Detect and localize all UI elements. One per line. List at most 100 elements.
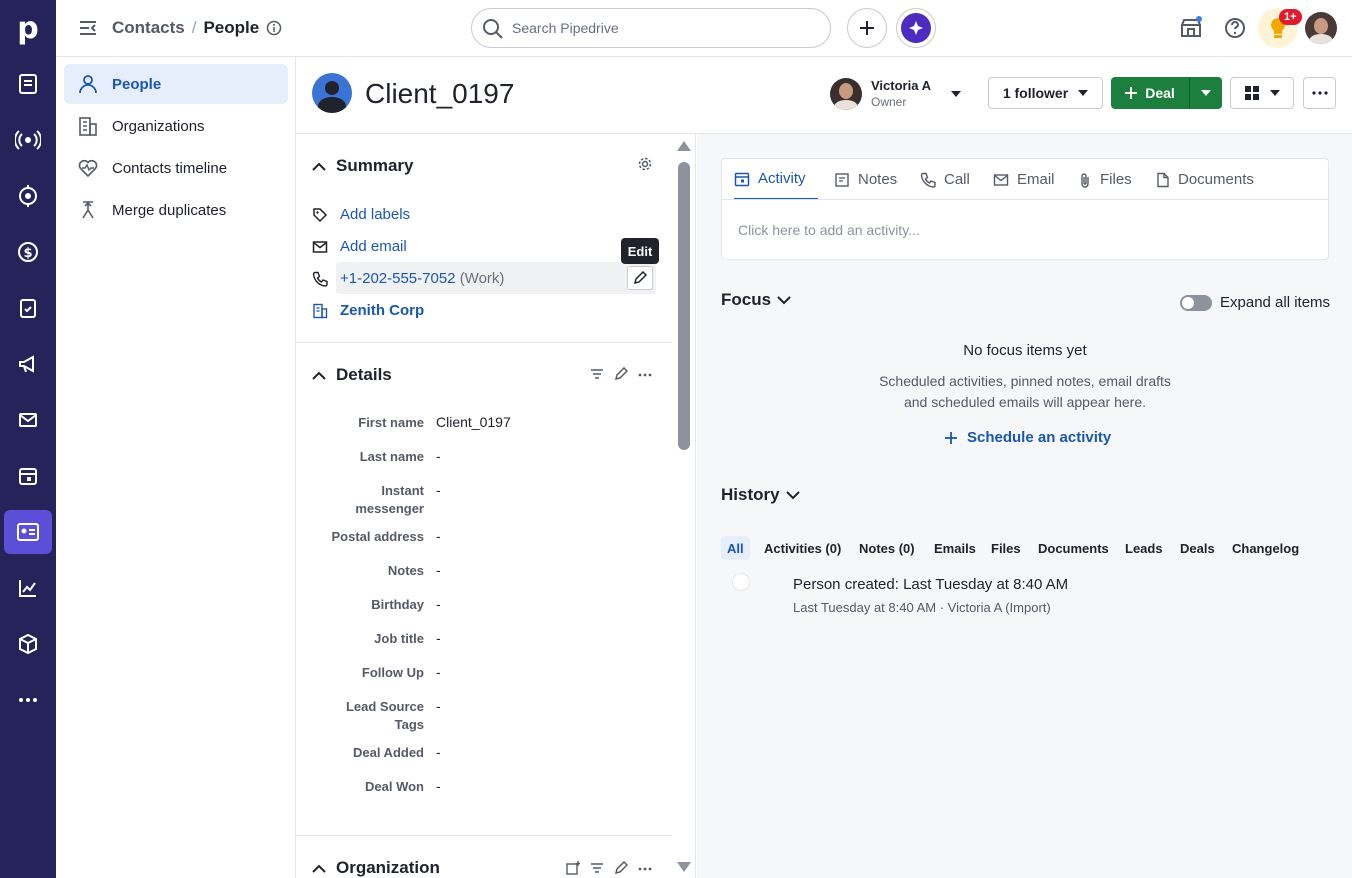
detail-value[interactable]: - [436,698,441,714]
add-activity-input[interactable]: Click here to add an activity... [738,222,920,238]
link-organization-icon[interactable] [566,861,580,875]
filter-icon[interactable] [590,368,604,380]
sidenav-item-merge-duplicates[interactable]: Merge duplicates [64,190,288,230]
tab-files[interactable]: Files [1078,159,1132,200]
deal-dropdown-button[interactable] [1189,77,1222,109]
focus-header[interactable]: Focus [721,290,791,310]
deal-label: Deal [1145,85,1175,101]
pencil-icon[interactable] [614,861,628,875]
schedule-activity-button[interactable]: Schedule an activity [945,429,1111,446]
history-filter-notes[interactable]: Notes (0) [859,536,915,560]
breadcrumb: Contacts / People [112,18,282,38]
search-input[interactable]: Search Pipedrive [471,8,831,48]
detail-value[interactable]: Client_0197 [436,414,511,430]
person-name[interactable]: Client_0197 [365,78,514,110]
marketplace-icon[interactable] [1179,16,1203,40]
sidenav-label: Organizations [112,117,205,135]
history-filter-activities[interactable]: Activities (0) [764,536,841,560]
history-filter-emails[interactable]: Emails [934,536,976,560]
more-actions-button[interactable] [1303,77,1336,109]
target-icon[interactable] [4,174,52,218]
deals-dollar-icon[interactable]: $ [4,230,52,274]
campaigns-megaphone-icon[interactable] [4,342,52,386]
detail-value[interactable]: - [436,448,441,464]
expand-all-toggle[interactable]: Expand all items [1180,294,1330,311]
info-icon[interactable] [266,20,282,36]
add-labels-link[interactable]: Add labels [340,206,410,223]
mail-icon[interactable] [4,398,52,442]
history-filter-files[interactable]: Files [991,536,1021,560]
quick-add-button[interactable] [847,8,887,48]
detail-value[interactable]: - [436,744,441,760]
owner-selector[interactable]: Victoria A Owner [830,77,961,111]
layout-view-button[interactable] [1230,77,1294,109]
envelope-icon [312,240,328,253]
detail-value[interactable]: - [436,778,441,794]
more-dots-icon[interactable] [4,678,52,722]
add-email-link[interactable]: Add email [340,238,407,255]
search-placeholder: Search Pipedrive [512,20,619,36]
organization-link[interactable]: Zenith Corp [340,302,424,319]
contacts-card-icon[interactable] [4,510,52,554]
radio-signal-icon[interactable] [4,118,52,162]
phone-link[interactable]: +1-202-555-7052 [340,270,456,287]
details-scrollbar[interactable] [672,134,696,878]
settings-gear-icon[interactable] [638,157,652,171]
sidenav-item-contacts-timeline[interactable]: Contacts timeline [64,148,288,188]
products-box-icon[interactable] [4,622,52,666]
summary-title: Summary [336,156,414,175]
pipedrive-logo[interactable]: p [0,0,56,56]
owner-avatar [830,78,862,110]
more-dots-icon[interactable] [638,867,652,871]
help-icon[interactable] [1223,16,1247,40]
tab-email[interactable]: Email [993,159,1055,200]
history-filter-all[interactable]: All [721,536,750,560]
history-title: History [721,485,780,504]
pencil-icon[interactable] [614,367,628,381]
history-entry[interactable]: Person created: Last Tuesday at 8:40 AM [793,576,1068,593]
top-bar: Contacts / People Search Pipedrive 1+ [56,0,1352,57]
tab-notes[interactable]: Notes [834,159,897,200]
detail-value[interactable]: - [436,528,441,544]
detail-value[interactable]: - [436,630,441,646]
history-header[interactable]: History [721,485,800,505]
detail-label: First name [358,415,424,430]
history-filter-leads[interactable]: Leads [1125,536,1163,560]
filter-icon[interactable] [590,862,604,874]
leads-inbox-icon[interactable] [4,62,52,106]
activities-clipboard-icon[interactable] [4,286,52,330]
history-filter-changelog[interactable]: Changelog [1232,536,1299,560]
detail-value[interactable]: - [436,596,441,612]
insights-chart-icon[interactable] [4,566,52,610]
details-header[interactable]: Details [312,365,392,385]
edit-phone-button[interactable] [627,266,653,290]
collapse-menu-icon[interactable] [78,18,98,38]
detail-value[interactable]: - [436,664,441,680]
calendar-icon[interactable] [4,454,52,498]
add-deal-button[interactable]: Deal [1111,77,1189,109]
toggle-switch[interactable] [1180,294,1212,311]
sidenav-label: Merge duplicates [112,201,227,219]
sidenav-item-people[interactable]: People [64,64,288,104]
summary-header[interactable]: Summary [312,156,413,176]
scrollbar-thumb[interactable] [678,162,690,450]
tab-activity[interactable]: Activity [734,159,818,200]
history-filter-documents[interactable]: Documents [1038,536,1109,560]
owner-role: Owner [871,95,907,109]
detail-value[interactable]: - [436,562,441,578]
tab-call[interactable]: Call [920,159,970,200]
follower-button[interactable]: 1 follower [988,77,1103,109]
user-avatar[interactable] [1305,12,1337,44]
breadcrumb-contacts[interactable]: Contacts [112,18,185,38]
chevron-up-icon [312,371,326,380]
phone-type: (Work) [459,270,505,287]
more-dots-icon[interactable] [638,373,652,377]
summary-row-email: Add email [312,238,407,255]
tab-documents[interactable]: Documents [1156,159,1254,200]
organization-header[interactable]: Organization [312,858,440,878]
building-icon [79,117,97,136]
sidenav-item-organizations[interactable]: Organizations [64,106,288,146]
ai-assistant-button[interactable] [896,8,936,48]
history-filter-deals[interactable]: Deals [1180,536,1215,560]
detail-value[interactable]: - [436,482,441,498]
